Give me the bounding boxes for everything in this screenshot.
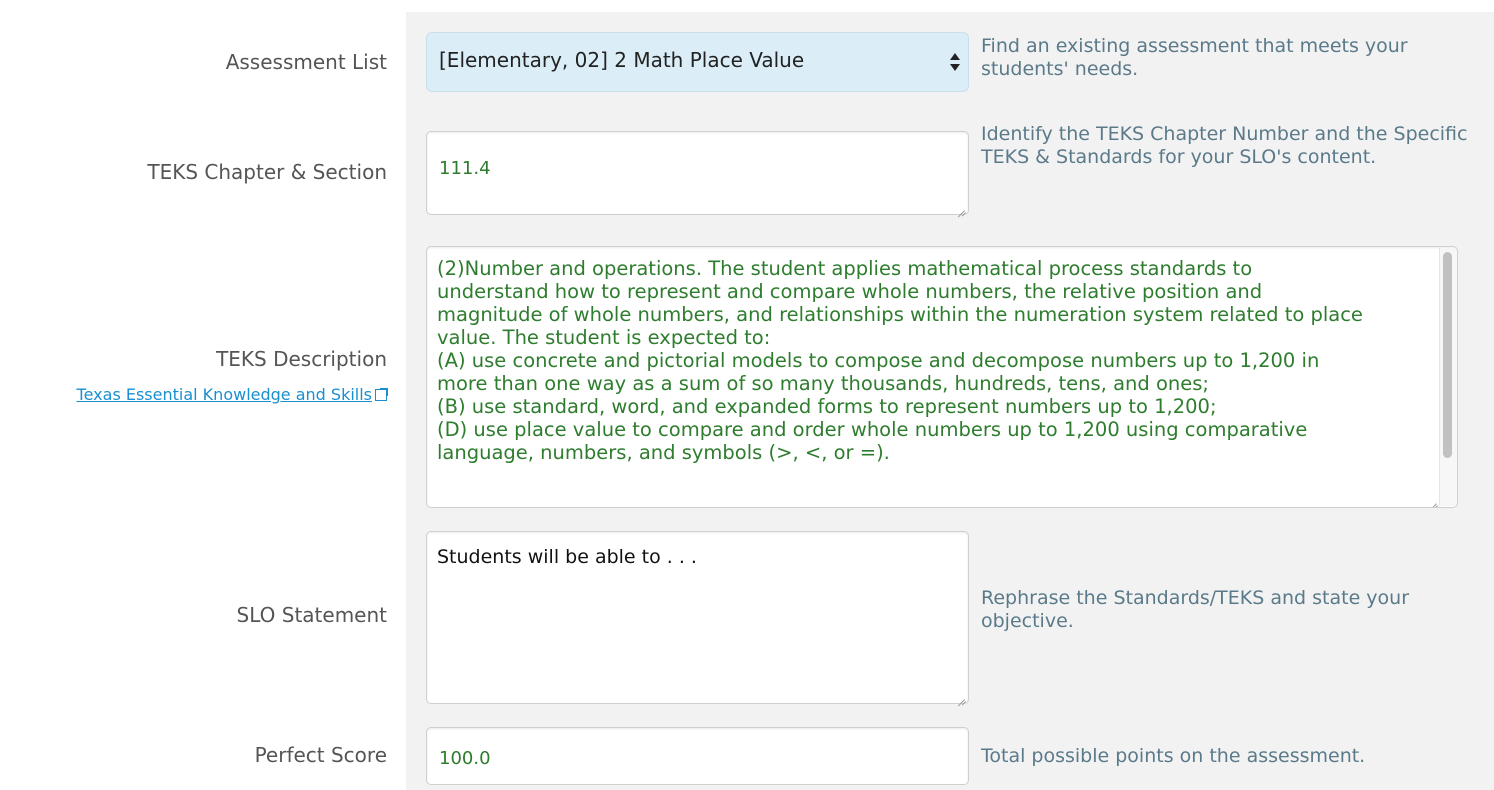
perfect-score-label: Perfect Score: [254, 743, 387, 767]
external-link-icon: [375, 388, 388, 401]
teks-chapter-value: 111.4: [439, 158, 491, 179]
description-line: understand how to represent and compare …: [437, 280, 1263, 303]
teks-chapter-textarea[interactable]: 111.4: [426, 131, 969, 215]
teks-chapter-help: Identify the TEKS Chapter Number and the…: [981, 123, 1468, 168]
slo-statement-label: SLO Statement: [236, 603, 387, 627]
assessment-list-label: Assessment List: [225, 50, 387, 74]
scrollbar-thumb[interactable]: [1443, 252, 1452, 458]
slo-statement-value: Students will be able to . . .: [437, 546, 697, 568]
select-updown-icon: [948, 51, 962, 73]
slo-statement-textarea[interactable]: Students will be able to . . .: [426, 531, 969, 704]
teks-description-text: (2)Number and operations. The student ap…: [437, 257, 1427, 464]
description-scrollbar[interactable]: [1439, 248, 1456, 506]
assessment-list-selected-value: [Elementary, 02] 2 Math Place Value: [439, 48, 805, 72]
teks-link-text: Texas Essential Knowledge and Skills: [76, 385, 372, 404]
description-line: (A) use concrete and pictorial models to…: [437, 349, 1320, 372]
perfect-score-value: 100.0: [439, 748, 491, 769]
description-line: (2)Number and operations. The student ap…: [437, 257, 1253, 280]
teks-description-label: TEKS Description: [216, 347, 387, 371]
assessment-list-help: Find an existing assessment that meets y…: [981, 35, 1408, 80]
teks-external-link[interactable]: Texas Essential Knowledge and Skills: [76, 385, 388, 404]
description-line: (D) use place value to compare and order…: [437, 418, 1308, 441]
assessment-list-select[interactable]: [Elementary, 02] 2 Math Place Value: [426, 32, 969, 92]
teks-chapter-label: TEKS Chapter & Section: [147, 160, 387, 184]
description-line: language, numbers, and symbols (>, <, or…: [437, 441, 890, 464]
description-line: magnitude of whole numbers, and relation…: [437, 303, 1363, 326]
description-line: (B) use standard, word, and expanded for…: [437, 395, 1217, 418]
perfect-score-input[interactable]: 100.0: [426, 727, 969, 785]
resize-grip-icon[interactable]: [957, 692, 965, 700]
perfect-score-help: Total possible points on the assessment.: [981, 745, 1366, 767]
resize-grip-icon[interactable]: [957, 203, 965, 211]
resize-grip-icon[interactable]: [1429, 496, 1437, 504]
slo-statement-help: Rephrase the Standards/TEKS and state yo…: [981, 587, 1410, 632]
teks-description-textarea[interactable]: (2)Number and operations. The student ap…: [426, 246, 1458, 508]
description-line: more than one way as a sum of so many th…: [437, 372, 1209, 395]
description-line: value. The student is expected to:: [437, 326, 771, 349]
